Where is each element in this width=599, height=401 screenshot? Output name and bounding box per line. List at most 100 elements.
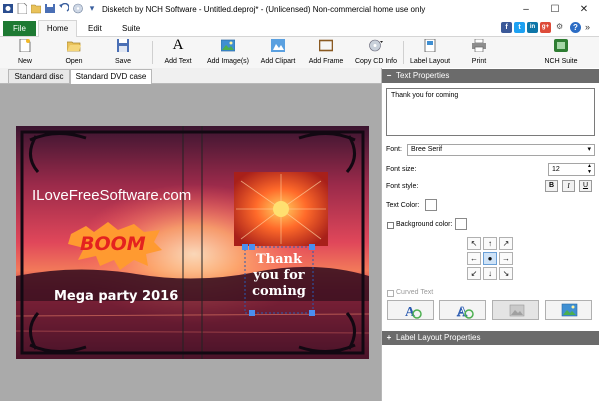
align-bottom-button[interactable]: ↓ (483, 267, 497, 280)
label-layout-button[interactable]: Label Layout (408, 37, 452, 68)
app-logo-icon (3, 3, 13, 14)
align-bottom-right-button[interactable]: ↘ (499, 267, 513, 280)
add-text-button[interactable]: A Add Text (160, 37, 196, 68)
text-image-button[interactable] (545, 300, 592, 320)
watermark-text[interactable]: ILoveFreeSoftware.com (32, 187, 191, 204)
text-color-swatch[interactable] (425, 199, 437, 211)
help-icon[interactable]: ? (570, 22, 581, 33)
align-right-button[interactable]: → (499, 252, 513, 265)
maximize-button[interactable]: ☐ (541, 0, 569, 19)
label-layout-label: Label Layout (409, 58, 451, 65)
image-fill-icon (509, 304, 525, 317)
spinner-arrows-icon[interactable]: ▲ ▼ (587, 163, 592, 175)
bold-button[interactable]: B (545, 180, 558, 192)
tab-file[interactable]: File (3, 21, 36, 36)
curved-text-checkbox[interactable] (387, 290, 394, 297)
add-text-icon: A (172, 37, 184, 53)
toolbar-separator (403, 41, 404, 64)
quick-undo-icon[interactable] (59, 2, 70, 14)
nch-suite-button[interactable]: NCH Suite (541, 37, 581, 68)
open-label: Open (65, 58, 83, 65)
align-top-right-button[interactable]: ↗ (499, 237, 513, 250)
resize-handle[interactable] (249, 310, 255, 316)
save-label: Save (115, 58, 131, 65)
nch-suite-icon (554, 39, 568, 52)
window-title: Disketch by NCH Software - Untitled.depr… (102, 5, 426, 14)
facebook-icon[interactable]: f (501, 22, 512, 33)
tab-standard-disc[interactable]: Standard disc (8, 69, 70, 83)
copy-cd-icon (369, 39, 383, 52)
print-label: Print (471, 58, 487, 65)
resize-handle[interactable] (309, 244, 315, 250)
close-button[interactable]: ✕ (570, 0, 598, 19)
open-button[interactable]: Open (57, 37, 91, 68)
text-bg-image-button[interactable] (492, 300, 539, 320)
align-bottom-left-button[interactable]: ↙ (467, 267, 481, 280)
toolbar-separator (152, 41, 153, 64)
twitter-icon[interactable]: t (514, 22, 525, 33)
quick-save-icon[interactable] (45, 3, 55, 14)
text-properties-header[interactable]: − Text Properties (382, 69, 599, 83)
underline-button[interactable]: U (579, 180, 592, 192)
align-center-button[interactable]: ● (483, 252, 497, 265)
add-frame-icon (318, 39, 334, 52)
print-button[interactable]: Print (462, 37, 496, 68)
tab-edit[interactable]: Edit (88, 21, 102, 36)
tab-home[interactable]: Home (38, 20, 77, 37)
ribbon-collapse-icon[interactable]: » (585, 22, 590, 33)
font-label: Font: (386, 146, 402, 153)
label-layout-icon (423, 38, 437, 53)
open-folder-icon (66, 39, 81, 52)
resize-handle[interactable] (242, 244, 248, 250)
add-images-button[interactable]: Add Image(s) (204, 37, 252, 68)
add-frame-label: Add Frame (308, 58, 344, 65)
font-select[interactable]: Bree Serif ▾ (407, 144, 595, 156)
minimize-button[interactable]: – (512, 0, 540, 19)
new-file-icon (18, 38, 32, 53)
thank-line-3: coming (252, 284, 306, 299)
align-top-left-button[interactable]: ↖ (467, 237, 481, 250)
dvd-cover[interactable]: ILoveFreeSoftware.com BOOM Mega party 20… (16, 126, 369, 359)
add-image-icon (220, 39, 236, 52)
align-left-button[interactable]: ← (467, 252, 481, 265)
label-layout-properties-header[interactable]: + Label Layout Properties (382, 331, 599, 345)
tab-standard-dvd-case[interactable]: Standard DVD case (70, 69, 152, 84)
font-size-stepper[interactable]: 12 ▲ ▼ (548, 163, 595, 176)
copy-cd-info-button[interactable]: Copy CD Info (353, 37, 399, 68)
resize-handle[interactable] (249, 244, 255, 250)
text-outline-button[interactable]: A (439, 300, 486, 320)
thank-line-2: you for (253, 268, 305, 283)
text-content-field[interactable]: Thank you for coming (386, 88, 595, 136)
expand-icon: + (386, 333, 392, 342)
tab-suite[interactable]: Suite (122, 21, 140, 36)
linkedin-icon[interactable]: in (527, 22, 538, 33)
text-shadow-icon: A (405, 305, 422, 320)
font-size-label: Font size: (386, 166, 417, 173)
align-top-button[interactable]: ↑ (483, 237, 497, 250)
save-button[interactable]: Save (106, 37, 140, 68)
background-color-label: Background color: (396, 221, 453, 228)
new-label: New (17, 58, 32, 65)
quick-disc-icon[interactable] (73, 3, 83, 14)
text-outline-icon: A (457, 305, 474, 320)
nch-suite-label: NCH Suite (544, 58, 578, 65)
party-title-text[interactable]: Mega party 2016 (54, 289, 178, 304)
add-clipart-button[interactable]: Add Clipart (258, 37, 298, 68)
thank-you-text[interactable]: Thank you for coming (245, 252, 313, 300)
sunset-background (16, 126, 369, 359)
quick-new-icon[interactable] (17, 2, 28, 15)
font-select-value: Bree Serif (411, 146, 443, 153)
quick-dropdown-icon[interactable]: ▾ (87, 3, 97, 14)
settings-icon[interactable]: ⚙ (556, 22, 566, 32)
italic-button[interactable]: I (562, 180, 575, 192)
background-color-checkbox[interactable] (387, 222, 394, 229)
boom-text[interactable]: BOOM (80, 233, 146, 255)
resize-handle[interactable] (309, 310, 315, 316)
add-frame-button[interactable]: Add Frame (306, 37, 346, 68)
background-color-swatch[interactable] (455, 218, 467, 230)
quick-open-icon[interactable] (30, 3, 42, 14)
text-effect-button[interactable]: A (387, 300, 434, 320)
new-button[interactable]: New (8, 37, 42, 68)
googleplus-icon[interactable]: g+ (540, 22, 551, 33)
add-clipart-icon (271, 39, 285, 52)
